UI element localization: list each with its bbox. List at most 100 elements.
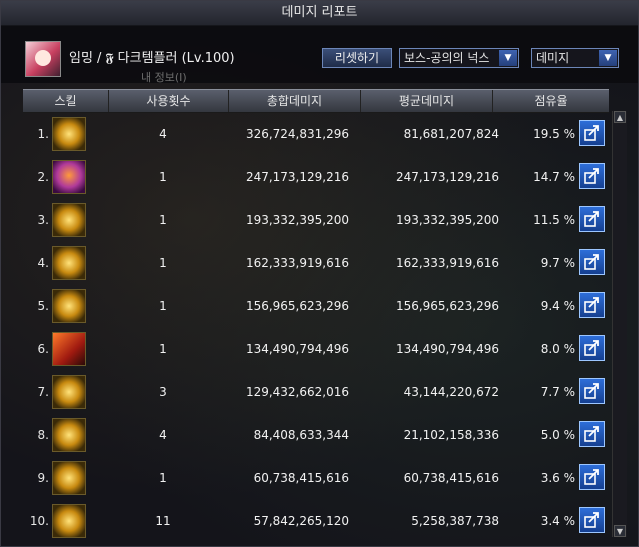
share-icon <box>584 383 599 399</box>
chevron-down-icon[interactable]: ▼ <box>499 50 517 66</box>
use-count: 1 <box>159 471 167 485</box>
table-row: 4. 1 162,333,919,616 162,333,919,616 9.7 % <box>23 242 609 285</box>
red-cross-slash-skill-icon <box>52 332 86 366</box>
row-rank: 3. <box>37 213 49 227</box>
row-rank: 1. <box>37 127 49 141</box>
average-damage: 81,681,207,824 <box>403 127 499 141</box>
boss-select[interactable]: 보스-공의의 넉스 ▼ <box>399 48 519 68</box>
header-share[interactable]: 점유율 <box>493 90 609 112</box>
gold-beam-skill-icon <box>52 375 86 409</box>
gold-ring-skill-icon <box>52 203 86 237</box>
total-damage: 193,332,395,200 <box>245 213 349 227</box>
share-percent: 7.7 % <box>540 385 575 399</box>
gold-slash-skill-icon <box>52 418 86 452</box>
share-percent: 8.0 % <box>540 342 575 356</box>
header-use-count[interactable]: 사용횟수 <box>109 90 229 112</box>
share-icon <box>584 211 599 227</box>
use-count: 4 <box>159 127 167 141</box>
table-row: 10. 11 57,842,265,120 5,258,387,738 3.4 % <box>23 500 609 543</box>
background-info-label: 내 정보(I) <box>141 71 187 84</box>
use-count: 1 <box>159 170 167 184</box>
total-damage: 247,173,129,216 <box>245 170 349 184</box>
row-rank: 7. <box>37 385 49 399</box>
use-count: 1 <box>159 256 167 270</box>
header-average-damage[interactable]: 평균데미지 <box>361 90 493 112</box>
window-title[interactable]: 데미지 리포트 <box>1 1 638 26</box>
use-count: 1 <box>159 213 167 227</box>
share-button[interactable] <box>579 464 605 490</box>
table-header: 스킬 사용횟수 총합데미지 평균데미지 점유율 <box>23 89 609 113</box>
share-icon <box>584 426 599 442</box>
share-button[interactable] <box>579 249 605 275</box>
use-count: 1 <box>159 342 167 356</box>
scroll-up-icon[interactable]: ▲ <box>614 111 626 123</box>
share-percent: 14.7 % <box>533 170 575 184</box>
use-count: 4 <box>159 428 167 442</box>
use-count: 1 <box>159 299 167 313</box>
total-damage: 162,333,919,616 <box>245 256 349 270</box>
row-rank: 9. <box>37 471 49 485</box>
gold-burst-skill-icon <box>52 289 86 323</box>
share-percent: 9.4 % <box>540 299 575 313</box>
share-percent: 3.6 % <box>540 471 575 485</box>
row-rank: 2. <box>37 170 49 184</box>
average-damage: 43,144,220,672 <box>403 385 499 399</box>
table-row: 2. 1 247,173,129,216 247,173,129,216 14.7 % <box>23 156 609 199</box>
share-percent: 9.7 % <box>540 256 575 270</box>
total-damage: 60,738,415,616 <box>253 471 349 485</box>
share-icon <box>584 297 599 313</box>
row-rank: 5. <box>37 299 49 313</box>
average-damage: 162,333,919,616 <box>395 256 499 270</box>
total-damage: 57,842,265,120 <box>253 514 349 528</box>
table-row: 6. 1 134,490,794,496 134,490,794,496 8.0 % <box>23 328 609 371</box>
use-count: 11 <box>155 514 171 528</box>
header-total-damage[interactable]: 총합데미지 <box>229 90 361 112</box>
share-icon <box>584 168 599 184</box>
share-icon <box>584 512 599 528</box>
reset-button[interactable]: 리셋하기 <box>322 48 392 68</box>
header-skill[interactable]: 스킬 <box>23 90 109 112</box>
character-name: 임밍 / 𝕱 다크템플러 (Lv.100) <box>69 51 235 66</box>
share-button[interactable] <box>579 206 605 232</box>
share-button[interactable] <box>579 335 605 361</box>
share-percent: 19.5 % <box>533 127 575 141</box>
total-damage: 156,965,623,296 <box>245 299 349 313</box>
share-button[interactable] <box>579 120 605 146</box>
share-button[interactable] <box>579 163 605 189</box>
average-damage: 156,965,623,296 <box>395 299 499 313</box>
scrollbar[interactable]: ▲ ▼ <box>612 111 627 537</box>
share-percent: 5.0 % <box>540 428 575 442</box>
table-row: 7. 3 129,432,662,016 43,144,220,672 7.7 % <box>23 371 609 414</box>
total-damage: 84,408,633,344 <box>253 428 349 442</box>
row-rank: 10. <box>29 514 49 528</box>
average-damage: 21,102,158,336 <box>403 428 499 442</box>
share-button[interactable] <box>579 421 605 447</box>
average-damage: 193,332,395,200 <box>395 213 499 227</box>
total-damage: 326,724,831,296 <box>245 127 349 141</box>
table-row: 5. 1 156,965,623,296 156,965,623,296 9.4 % <box>23 285 609 328</box>
total-damage: 134,490,794,496 <box>245 342 349 356</box>
use-count: 3 <box>159 385 167 399</box>
gold-orb-skill-icon <box>52 504 86 538</box>
row-rank: 6. <box>37 342 49 356</box>
gold-sun-skill-icon <box>52 117 86 151</box>
table-row: 1. 4 326,724,831,296 81,681,207,824 19.5 % <box>23 113 609 156</box>
average-damage: 134,490,794,496 <box>395 342 499 356</box>
gold-wing-skill-icon <box>52 246 86 280</box>
purple-flame-skill-icon <box>52 160 86 194</box>
row-rank: 4. <box>37 256 49 270</box>
metric-select-value: 데미지 <box>536 51 570 65</box>
share-button[interactable] <box>579 378 605 404</box>
total-damage: 129,432,662,016 <box>245 385 349 399</box>
share-icon <box>584 469 599 485</box>
chevron-down-icon[interactable]: ▼ <box>599 50 617 66</box>
character-avatar <box>25 41 61 77</box>
scroll-down-icon[interactable]: ▼ <box>614 525 626 537</box>
share-button[interactable] <box>579 292 605 318</box>
average-damage: 247,173,129,216 <box>395 170 499 184</box>
share-icon <box>584 340 599 356</box>
metric-select[interactable]: 데미지 ▼ <box>531 48 619 68</box>
table-row: 8. 4 84,408,633,344 21,102,158,336 5.0 % <box>23 414 609 457</box>
share-button[interactable] <box>579 507 605 533</box>
share-icon <box>584 254 599 270</box>
